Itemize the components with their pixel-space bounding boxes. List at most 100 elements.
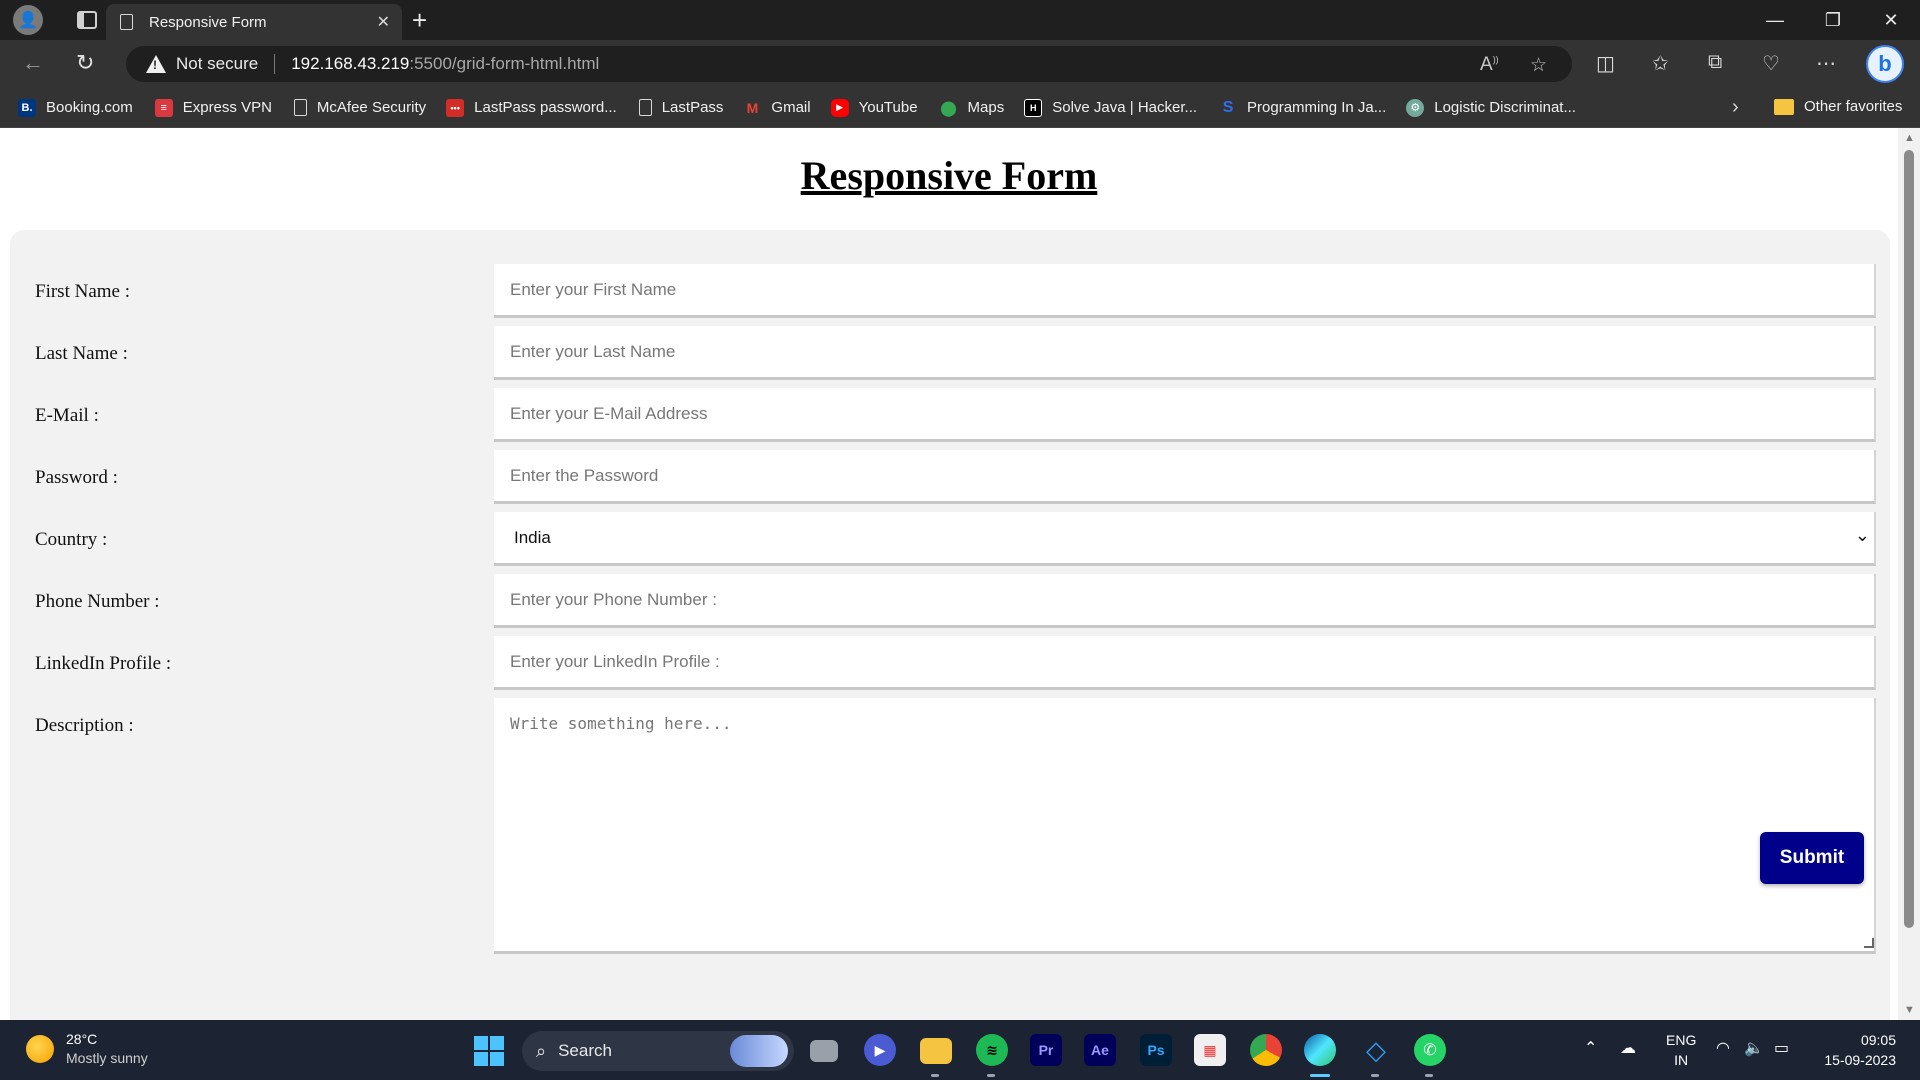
favorites-icon[interactable]: ✩ [1652, 51, 1669, 76]
browser-essentials-icon[interactable]: ♡ [1762, 51, 1780, 76]
bookmark-mcafee[interactable]: McAfee Security [293, 99, 427, 116]
weather-description: Mostly sunny [66, 1050, 148, 1066]
phone-label: Phone Number : [35, 591, 160, 612]
whatsapp-icon[interactable]: ✆ [1414, 1034, 1446, 1066]
search-icon: ⌕ [536, 1040, 547, 1061]
bookmark-programming-java[interactable]: S Programming In Ja... [1219, 99, 1387, 117]
chrome-icon[interactable] [1250, 1034, 1282, 1066]
new-tab-button[interactable]: + [412, 4, 427, 36]
bing-copilot-icon[interactable]: b [1866, 45, 1904, 83]
weather-sun-icon [26, 1035, 54, 1063]
bookmark-lastpass[interactable]: LastPass [638, 99, 724, 116]
windows-start-icon[interactable] [474, 1036, 504, 1066]
chevron-up-icon[interactable]: ⌃ [1584, 1038, 1597, 1058]
zoom-icon[interactable]: ▶ [864, 1034, 896, 1066]
chevron-down-icon: ⌄ [1854, 525, 1870, 545]
tab-close-icon[interactable]: ✕ [377, 12, 390, 32]
system-clock[interactable]: 09:05 15-09-2023 [1820, 1030, 1896, 1070]
running-indicator [1371, 1074, 1379, 1077]
bookmark-label: Maps [967, 99, 1005, 116]
language-indicator[interactable]: ENG IN [1666, 1030, 1696, 1070]
description-row: Description : [10, 698, 1890, 958]
bookmark-label: Logistic Discriminat... [1434, 99, 1576, 116]
email-input[interactable] [494, 388, 1876, 442]
security-label[interactable]: Not secure [176, 54, 258, 74]
minimize-button[interactable]: — [1746, 0, 1804, 40]
collections-icon[interactable]: ⧉ [1708, 51, 1722, 74]
browser-tab[interactable]: Responsive Form ✕ [106, 4, 402, 40]
bookmark-lastpass-password[interactable]: ••• LastPass password... [446, 98, 617, 117]
bookmark-maps[interactable]: ⬤ Maps [940, 99, 1005, 117]
scrollbar-thumb[interactable] [1904, 150, 1914, 928]
other-favorites-folder[interactable]: Other favorites [1774, 98, 1902, 115]
bookmark-label: Booking.com [46, 99, 133, 116]
battery-icon[interactable]: ▭ [1774, 1038, 1789, 1058]
tab-actions-icon[interactable] [77, 11, 97, 29]
maps-icon: ⬤ [940, 99, 957, 117]
description-textarea[interactable] [494, 698, 1876, 954]
last-name-input[interactable] [494, 326, 1876, 380]
bookmark-expressvpn[interactable]: ≡ Express VPN [154, 98, 272, 117]
back-button[interactable]: ← [22, 50, 44, 76]
url-host[interactable]: 192.168.43.219 [291, 54, 409, 74]
linkedin-input[interactable] [494, 636, 1876, 690]
photoshop-icon[interactable]: Ps [1140, 1034, 1172, 1066]
more-menu-icon[interactable]: ⋯ [1816, 51, 1836, 76]
split-screen-icon[interactable]: ◫ [1596, 51, 1615, 76]
running-indicator [1425, 1074, 1433, 1077]
onedrive-icon[interactable]: ☁ [1620, 1038, 1636, 1058]
after-effects-icon[interactable]: Ae [1084, 1034, 1116, 1066]
clock-time: 09:05 [1860, 1032, 1896, 1048]
scroll-up-icon[interactable]: ▲ [1904, 132, 1915, 144]
scroll-down-icon[interactable]: ▼ [1904, 1004, 1915, 1016]
premiere-pro-icon[interactable]: Pr [1030, 1034, 1062, 1066]
chevron-right-icon[interactable]: › [1732, 96, 1739, 119]
bookmark-gmail[interactable]: M Gmail [743, 99, 811, 117]
edge-icon[interactable] [1304, 1034, 1336, 1066]
bookmark-youtube[interactable]: ▶ YouTube [830, 98, 918, 117]
vscode-icon[interactable]: ◇ [1360, 1034, 1392, 1066]
lastpass-icon: ••• [446, 98, 465, 117]
read-aloud-icon[interactable]: A)) [1480, 54, 1499, 76]
first-name-label: First Name : [35, 281, 130, 302]
weather-widget[interactable]: 28°C Mostly sunny [26, 1030, 148, 1068]
bookmark-hackerrank[interactable]: H Solve Java | Hacker... [1024, 98, 1197, 117]
spotify-icon[interactable]: ≋ [976, 1034, 1008, 1066]
resize-handle-icon[interactable] [1864, 938, 1874, 948]
clock-date: 15-09-2023 [1824, 1052, 1896, 1068]
bookmark-label: McAfee Security [316, 99, 427, 116]
close-window-button[interactable]: ✕ [1862, 0, 1920, 40]
country-select[interactable]: India ⌄ [494, 512, 1876, 566]
favorite-star-icon[interactable]: ☆ [1530, 54, 1547, 77]
volume-icon[interactable]: 🔈 [1744, 1038, 1764, 1058]
password-label: Password : [35, 467, 118, 488]
divider [274, 54, 276, 74]
bookmark-booking[interactable]: B. Booking.com [18, 98, 133, 117]
password-input[interactable] [494, 450, 1876, 504]
linkedin-row: LinkedIn Profile : [10, 636, 1890, 692]
windows-taskbar: 28°C Mostly sunny ⌕ Search ▶ ≋ Pr Ae Ps … [0, 1020, 1920, 1080]
address-bar[interactable]: Not secure 192.168.43.219 :5500/grid-for… [126, 46, 1572, 82]
folder-icon[interactable] [920, 1038, 952, 1064]
taskbar-search[interactable]: ⌕ Search [522, 1031, 794, 1071]
restore-button[interactable]: ❐ [1804, 0, 1862, 40]
microsoft-store-icon[interactable]: ▦ [1194, 1034, 1226, 1066]
last-name-row: Last Name : [10, 326, 1890, 382]
tab-title: Responsive Form [149, 13, 267, 31]
weather-temperature: 28°C [66, 1031, 98, 1047]
search-label: Search [558, 1041, 612, 1060]
page-icon [120, 14, 133, 30]
submit-button[interactable]: Submit [1760, 832, 1864, 884]
file-explorer-icon[interactable] [810, 1040, 838, 1062]
first-name-input[interactable] [494, 264, 1876, 318]
linkedin-label: LinkedIn Profile : [35, 653, 172, 674]
url-path[interactable]: :5500/grid-form-html.html [409, 54, 599, 74]
profile-avatar-icon[interactable]: 👤 [13, 5, 43, 35]
bookmark-label: LastPass [661, 99, 724, 116]
page-scrollbar[interactable]: ▲ ▼ [1898, 128, 1920, 1020]
phone-input[interactable] [494, 574, 1876, 628]
page-icon [638, 99, 652, 116]
bookmark-logistic[interactable]: ⚙ Logistic Discriminat... [1406, 98, 1576, 117]
wifi-icon[interactable]: ◠ [1716, 1038, 1730, 1058]
refresh-button[interactable]: ↻ [76, 50, 94, 76]
